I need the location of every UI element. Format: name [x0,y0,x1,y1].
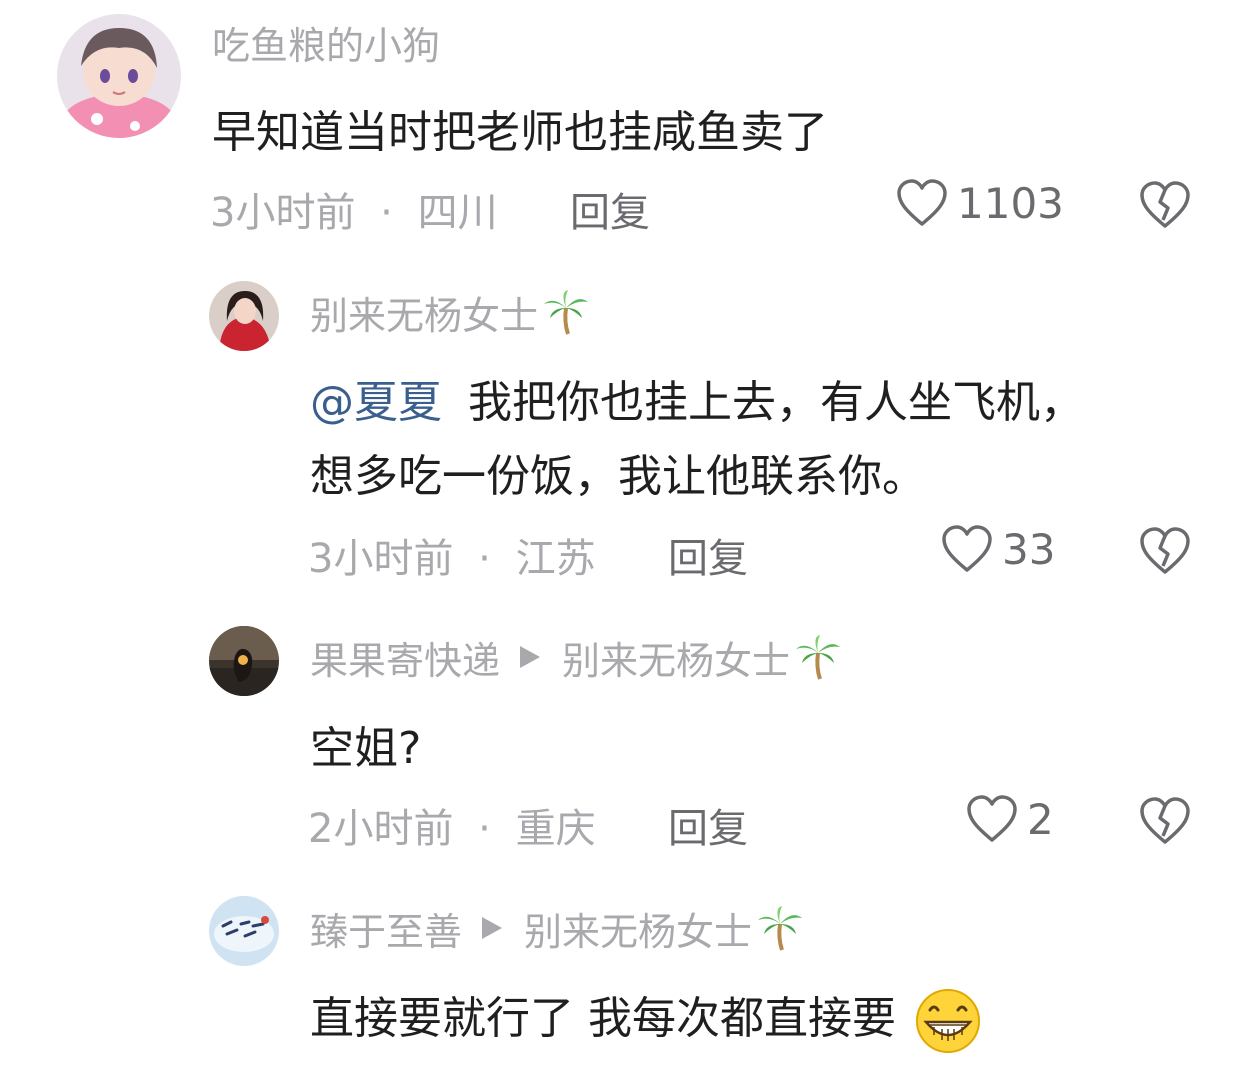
comment-text: @夏夏 我把你也挂上去，有人坐飞机， 想多吃一份饭，我让他联系你。 [310,366,1084,514]
comment-location: 江苏 [515,536,596,582]
comment-text-line: 我把你也挂上去，有人坐飞机， [468,377,1084,428]
comment-time: 3小时前 [308,536,454,582]
like-count: 33 [1002,524,1056,574]
username-label[interactable]: 吃鱼粮的小狗 [212,15,440,70]
like-button[interactable]: 33 [940,524,1055,574]
comment-text-line: 想多吃一份饭，我让他联系你。 [310,451,926,502]
comment-meta: 2小时前 · 重庆 [308,796,596,854]
mention-link[interactable]: @夏夏 [310,377,442,428]
comment-username[interactable]: 吃鱼粮的小狗 [212,15,440,70]
comment-text-line: 直接要就行了 我每次都直接要 [310,993,896,1044]
username-label[interactable]: 果果寄快递 [310,630,500,685]
grinning-face-emoji [916,989,980,1053]
username-label[interactable]: 别来无杨女士 [310,285,538,340]
comment-meta: 3小时前 · 四川 [210,180,498,238]
like-count: 1103 [957,178,1064,228]
reply-button[interactable]: 回复 [570,180,650,238]
comment-text: 早知道当时把老师也挂咸鱼卖了 [212,107,828,158]
broken-heart-icon [1140,181,1190,228]
meta-separator: · [478,806,491,852]
avatar[interactable] [209,281,279,351]
comment-username[interactable]: 臻于至善 别来无杨女士 [310,901,804,956]
meta-separator: · [380,190,393,236]
dislike-button[interactable] [1138,526,1192,580]
reply-to-username[interactable]: 别来无杨女士 [562,630,790,685]
broken-heart-icon [1140,797,1190,844]
avatar[interactable] [57,14,181,138]
reply-button[interactable]: 回复 [668,796,748,854]
dislike-button[interactable] [1138,796,1192,850]
comment-meta: 3小时前 · 江苏 [308,526,596,584]
reply-button[interactable]: 回复 [668,526,748,584]
meta-separator: · [478,536,491,582]
reply-to-username[interactable]: 别来无杨女士 [524,901,752,956]
palm-tree-emoji [544,290,589,335]
comment-location: 重庆 [515,806,596,852]
comment-location: 四川 [417,190,498,236]
avatar[interactable] [209,626,279,696]
comment-text: 直接要就行了 我每次都直接要 [310,982,984,1054]
comment-text: 空姐? [310,723,422,774]
palm-tree-emoji [758,906,803,951]
comment-username[interactable]: 别来无杨女士 [310,285,590,340]
like-button[interactable]: 2 [965,794,1054,844]
palm-tree-emoji [796,635,841,680]
comment-time: 3小时前 [210,190,356,236]
like-count: 2 [1027,794,1054,844]
like-button[interactable]: 1103 [895,178,1064,228]
heart-outline-icon [897,179,947,226]
dislike-button[interactable] [1138,180,1192,234]
triangle-right-icon [482,917,503,939]
heart-outline-icon [967,795,1017,842]
avatar[interactable] [209,896,279,966]
heart-outline-icon [942,525,992,572]
broken-heart-icon [1140,527,1190,574]
username-label[interactable]: 臻于至善 [310,901,462,956]
comment-time: 2小时前 [308,806,454,852]
triangle-right-icon [520,646,541,668]
comment-username[interactable]: 果果寄快递 别来无杨女士 [310,630,842,685]
